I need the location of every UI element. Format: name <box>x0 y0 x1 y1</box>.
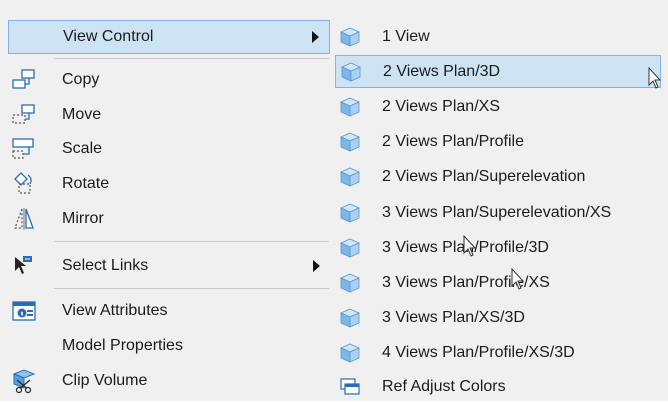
submenu-item-3-views-plan-xs-3d[interactable]: 3 Views Plan/XS/3D <box>335 301 661 334</box>
menu-item-label: Clip Volume <box>62 372 148 389</box>
menu-item-select-links[interactable]: Select Links <box>8 249 330 283</box>
menu-separator <box>54 241 329 242</box>
submenu-item-2-views-plan-xs[interactable]: 2 Views Plan/XS <box>335 90 661 123</box>
cube-icon <box>340 167 360 187</box>
submenu-item-label: 2 Views Plan/XS <box>382 97 500 115</box>
cube-icon <box>340 343 360 363</box>
submenu-item-label: 4 Views Plan/Profile/XS/3D <box>382 343 575 361</box>
menu-item-move[interactable]: Move <box>8 98 330 132</box>
submenu-item-4-views-plan-profile-xs-3d[interactable]: 4 Views Plan/Profile/XS/3D <box>335 336 661 369</box>
submenu-item-label: 2 Views Plan/Superelevation <box>382 167 586 185</box>
select-links-icon <box>15 256 32 274</box>
menu-item-mirror[interactable]: Mirror <box>8 202 330 236</box>
scale-icon <box>12 138 34 159</box>
submenu-item-label: Ref Adjust Colors <box>382 377 506 395</box>
view-control-submenu: 1 View 2 Views Plan/3D 2 Views Plan/XS 2… <box>333 18 668 401</box>
ref-adjust-colors-icon <box>340 377 360 395</box>
submenu-item-ref-adjust-colors[interactable]: Ref Adjust Colors <box>335 370 661 403</box>
cube-icon <box>340 273 360 293</box>
menu-item-scale[interactable]: Scale <box>8 132 330 166</box>
cube-icon <box>340 27 360 47</box>
submenu-arrow-icon <box>313 260 320 272</box>
menu-separator <box>54 288 329 289</box>
cube-icon <box>340 132 360 152</box>
submenu-item-label: 2 Views Plan/Profile <box>382 132 524 150</box>
cube-icon <box>340 97 360 117</box>
submenu-item-3-views-plan-superelevation-xs[interactable]: 3 Views Plan/Superelevation/XS <box>335 196 661 229</box>
menu-item-rotate[interactable]: Rotate <box>8 167 330 201</box>
submenu-item-label: 3 Views Plan/XS/3D <box>382 308 525 326</box>
menu-item-copy[interactable]: Copy <box>8 63 330 97</box>
cube-icon <box>340 203 360 223</box>
submenu-item-label: 2 Views Plan/3D <box>383 62 501 80</box>
submenu-item-1-view[interactable]: 1 View <box>335 20 661 53</box>
rotate-icon <box>14 172 32 194</box>
submenu-item-label: 3 Views Plan/Profile/XS <box>382 273 550 291</box>
menu-item-label: Scale <box>62 140 103 157</box>
menu-item-label: View Attributes <box>62 302 168 319</box>
menu-item-label: Mirror <box>62 210 104 227</box>
context-menu: View Control Copy Move Scale Rotate Mirr… <box>0 18 334 401</box>
clip-volume-icon <box>12 369 36 394</box>
menu-item-label: Move <box>62 106 102 123</box>
menu-item-label: Select Links <box>62 257 149 274</box>
menu-top-strip <box>0 0 668 18</box>
menu-item-clip-volume[interactable]: Clip Volume <box>8 364 330 398</box>
menu-item-view-control[interactable]: View Control <box>8 20 330 54</box>
menu-separator <box>54 58 329 59</box>
menu-item-label: Rotate <box>62 175 110 192</box>
mirror-icon <box>14 208 34 230</box>
menu-item-view-attributes[interactable]: View Attributes <box>8 294 330 328</box>
cube-icon <box>341 62 361 82</box>
move-icon <box>12 104 35 124</box>
submenu-item-3-views-plan-profile-3d[interactable]: 3 Views Plan/Profile/3D <box>335 231 661 264</box>
copy-icon <box>12 69 35 89</box>
submenu-item-2-views-plan-profile[interactable]: 2 Views Plan/Profile <box>335 125 661 158</box>
menu-item-label: Copy <box>62 71 100 88</box>
submenu-item-3-views-plan-profile-xs[interactable]: 3 Views Plan/Profile/XS <box>335 266 661 299</box>
cube-icon <box>340 308 360 328</box>
submenu-arrow-icon <box>312 31 319 43</box>
submenu-item-label: 1 View <box>382 27 430 45</box>
cube-icon <box>340 238 360 258</box>
submenu-item-2-views-plan-superelevation[interactable]: 2 Views Plan/Superelevation <box>335 160 661 193</box>
view-attributes-icon <box>12 301 36 321</box>
submenu-item-2-views-plan-3d[interactable]: 2 Views Plan/3D <box>335 55 661 88</box>
menu-item-label: Model Properties <box>62 337 183 354</box>
submenu-item-label: 3 Views Plan/Superelevation/XS <box>382 203 612 221</box>
menu-item-label: View Control <box>63 28 154 45</box>
menu-item-model-properties[interactable]: Model Properties <box>8 329 330 363</box>
submenu-item-label: 3 Views Plan/Profile/3D <box>382 238 549 256</box>
